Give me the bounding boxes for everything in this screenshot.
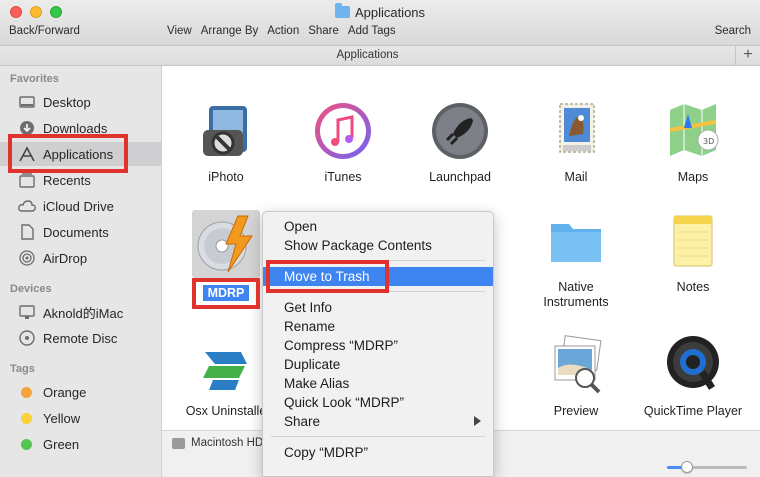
app-itunes[interactable]: iTunes [288, 100, 398, 185]
sidebar-item-icloud-drive[interactable]: iCloud Drive [0, 194, 161, 218]
sidebar-item-imac[interactable]: Aknold的iMac [0, 300, 161, 324]
sidebar-item-documents[interactable]: Documents [0, 220, 161, 244]
folder-icon [545, 210, 607, 272]
back-forward-button[interactable]: Back/Forward [9, 25, 80, 37]
app-quicktime-player[interactable]: QuickTime Player [638, 334, 748, 419]
desktop-icon [18, 93, 36, 111]
app-native-instruments[interactable]: Native Instruments [521, 210, 631, 310]
submenu-arrow-icon [474, 416, 481, 426]
sidebar-item-tag-green[interactable]: Green [0, 432, 161, 456]
osx-uninstaller-icon [195, 334, 257, 396]
menu-item-show-package-contents[interactable]: Show Package Contents [263, 236, 493, 255]
notes-icon [662, 210, 724, 272]
share-button[interactable]: Share [308, 25, 339, 37]
sidebar-item-desktop[interactable]: Desktop [0, 90, 161, 114]
document-icon [18, 223, 36, 241]
app-maps[interactable]: 3D Maps [638, 100, 748, 185]
menu-item-copy[interactable]: Copy “MDRP” [263, 443, 493, 462]
path-bar: Applications + [0, 45, 760, 66]
menu-item-open[interactable]: Open [263, 217, 493, 236]
devices-header: Devices [10, 283, 52, 295]
status-path: Macintosh HD [172, 437, 263, 449]
sidebar-item-tag-yellow[interactable]: Yellow [0, 406, 161, 430]
search-button[interactable]: Search [715, 25, 751, 37]
disc-icon [18, 329, 36, 347]
favorites-header: Favorites [10, 73, 59, 85]
menu-item-duplicate[interactable]: Duplicate [263, 355, 493, 374]
sidebar: Favorites Desktop Downloads Applications… [0, 66, 162, 477]
add-tags-button[interactable]: Add Tags [348, 25, 396, 37]
tag-dot-icon [21, 438, 32, 450]
airdrop-icon [18, 249, 36, 267]
icon-size-slider-knob[interactable] [681, 461, 693, 473]
menu-item-move-to-trash[interactable]: Move to Trash [263, 267, 493, 286]
app-mail[interactable]: Mail [521, 100, 631, 185]
menu-item-make-alias[interactable]: Make Alias [263, 374, 493, 393]
menu-item-compress[interactable]: Compress “MDRP” [263, 336, 493, 355]
folder-icon [334, 3, 350, 18]
sidebar-item-applications[interactable]: Applications [0, 142, 161, 166]
path-title: Applications [336, 49, 399, 61]
itunes-icon [312, 100, 374, 162]
title-bar: Applications Back/Forward View Arrange B… [0, 0, 760, 45]
sidebar-item-airdrop[interactable]: AirDrop [0, 246, 161, 270]
quicktime-icon [662, 334, 724, 396]
menu-separator [271, 260, 485, 261]
menu-separator [271, 291, 485, 292]
launchpad-icon [429, 100, 491, 162]
mail-icon [545, 100, 607, 162]
cloud-icon [18, 197, 36, 215]
context-menu: Open Show Package Contents Move to Trash… [262, 211, 494, 477]
hard-disk-icon [172, 437, 185, 449]
iphoto-icon [195, 100, 257, 162]
app-preview[interactable]: Preview [521, 334, 631, 419]
maps-icon: 3D [662, 100, 724, 162]
sidebar-item-tag-orange[interactable]: Orange [0, 380, 161, 404]
download-icon [18, 119, 36, 137]
menu-item-rename[interactable]: Rename [263, 317, 493, 336]
add-tab-button[interactable]: + [735, 46, 760, 65]
action-button[interactable]: Action [267, 25, 299, 37]
menu-item-get-info[interactable]: Get Info [263, 298, 493, 317]
mdrp-icon [192, 210, 260, 278]
sidebar-item-remote-disc[interactable]: Remote Disc [0, 326, 161, 350]
menu-item-share[interactable]: Share [263, 412, 493, 431]
view-button[interactable]: View [167, 25, 192, 37]
menu-separator [271, 436, 485, 437]
sidebar-item-recents[interactable]: Recents [0, 168, 161, 192]
tags-header: Tags [10, 363, 35, 375]
tag-dot-icon [21, 386, 32, 398]
toolbar: View Arrange By Action Share Add Tags [167, 25, 396, 37]
imac-icon [18, 303, 36, 321]
menu-item-quick-look[interactable]: Quick Look “MDRP” [263, 393, 493, 412]
window-title: Applications [0, 3, 760, 20]
applications-icon [18, 145, 36, 163]
icon-size-slider[interactable] [667, 461, 747, 473]
tag-dot-icon [21, 412, 32, 424]
preview-icon [545, 334, 607, 396]
app-iphoto[interactable]: iPhoto [171, 100, 281, 185]
sidebar-item-downloads[interactable]: Downloads [0, 116, 161, 140]
app-notes[interactable]: Notes [638, 210, 748, 295]
svg-text:3D: 3D [703, 137, 714, 146]
recents-icon [18, 171, 36, 189]
mdrp-label: MDRP [202, 285, 250, 301]
app-launchpad[interactable]: Launchpad [405, 100, 515, 185]
arrange-by-button[interactable]: Arrange By [201, 25, 259, 37]
